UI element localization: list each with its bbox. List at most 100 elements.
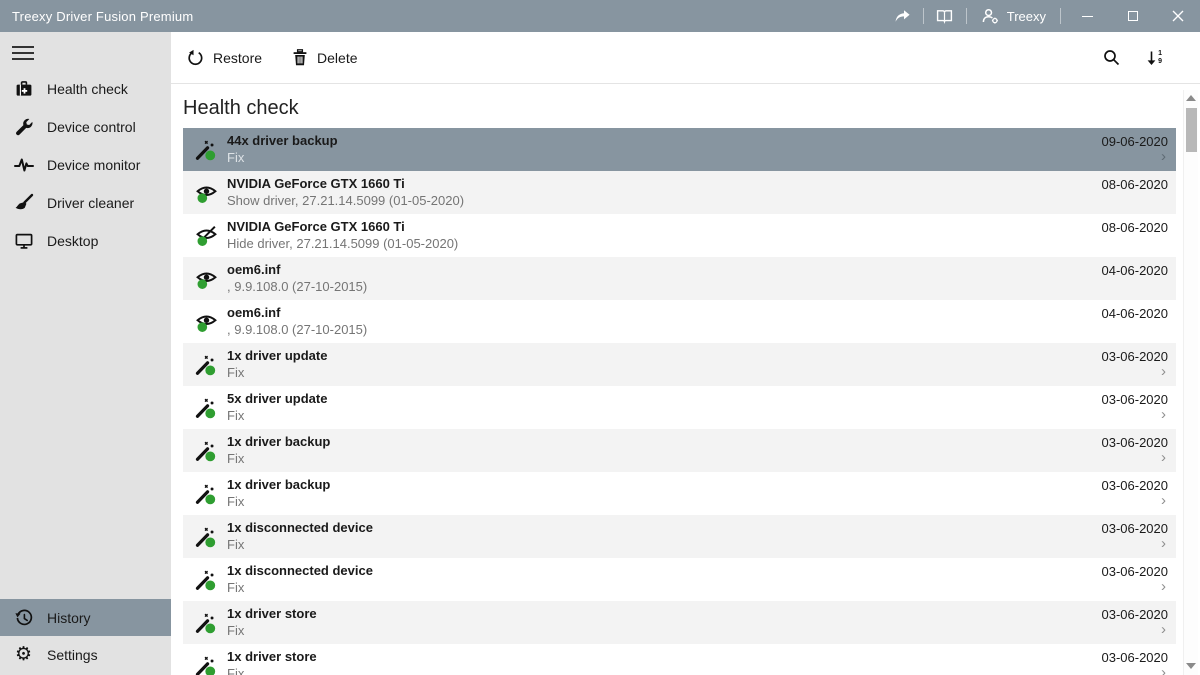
sidebar-item-driver-cleaner[interactable]: Driver cleaner — [0, 184, 171, 222]
sidebar-item-label: Settings — [47, 647, 98, 663]
list-item[interactable]: NVIDIA GeForce GTX 1660 Ti Hide driver, … — [183, 214, 1176, 257]
settings-icon: ⚙ — [13, 644, 34, 665]
list-item[interactable]: oem6.inf , 9.9.108.0 (27-10-2015) 04-06-… — [183, 257, 1176, 300]
chevron-right-icon: › — [1161, 666, 1168, 675]
chevron-right-icon: › — [1161, 580, 1168, 595]
maximize-icon — [1128, 11, 1138, 21]
sidebar-item-label: Desktop — [47, 233, 98, 249]
delete-button[interactable]: Delete — [292, 49, 357, 66]
fix-icon — [195, 396, 218, 419]
list-item-title: 1x driver update — [227, 348, 1102, 364]
search-icon — [1103, 49, 1120, 66]
chevron-right-icon: › — [1161, 150, 1168, 165]
list-item-subtitle: Hide driver, 27.21.14.5099 (01-05-2020) — [227, 236, 1102, 252]
sidebar-item-health-check[interactable]: Health check — [0, 70, 171, 108]
sidebar-item-device-monitor[interactable]: Device monitor — [0, 146, 171, 184]
show-icon — [195, 310, 218, 333]
scroll-up-icon[interactable] — [1186, 95, 1196, 101]
list-item-date: 03-06-2020 — [1102, 349, 1169, 366]
device-monitor-icon — [13, 155, 34, 176]
manual-button[interactable] — [928, 0, 962, 32]
show-icon — [195, 181, 218, 204]
sidebar-item-label: Device monitor — [47, 157, 140, 173]
chevron-right-icon: › — [1161, 623, 1168, 638]
list-item-title: 1x disconnected device — [227, 563, 1102, 579]
restore-icon — [187, 49, 204, 66]
list-item-subtitle: Show driver, 27.21.14.5099 (01-05-2020) — [227, 193, 1102, 209]
list-item[interactable]: 1x disconnected device Fix 03-06-2020 › — [183, 515, 1176, 558]
list-item-date: 03-06-2020 — [1102, 607, 1169, 624]
list-item-title: 1x driver store — [227, 649, 1102, 665]
sidebar-item-history[interactable]: History — [0, 599, 171, 636]
delete-icon — [292, 49, 308, 66]
list-item-date: 09-06-2020 — [1102, 134, 1169, 151]
list-item-subtitle: , 9.9.108.0 (27-10-2015) — [227, 279, 1102, 295]
list-item[interactable]: 1x driver update Fix 03-06-2020 › — [183, 343, 1176, 386]
account-label: Treexy — [1007, 9, 1046, 24]
list-item-title: NVIDIA GeForce GTX 1660 Ti — [227, 219, 1102, 235]
list-item-date: 08-06-2020 — [1102, 177, 1169, 194]
list-item-title: NVIDIA GeForce GTX 1660 Ti — [227, 176, 1102, 192]
list-item-title: oem6.inf — [227, 305, 1102, 321]
hide-icon — [195, 224, 218, 247]
list-item[interactable]: 1x driver backup Fix 03-06-2020 › — [183, 472, 1176, 515]
list-item-title: 1x driver store — [227, 606, 1102, 622]
list-item[interactable]: 5x driver update Fix 03-06-2020 › — [183, 386, 1176, 429]
sidebar-item-settings[interactable]: ⚙ Settings — [0, 636, 171, 673]
window-title: Treexy Driver Fusion Premium — [0, 9, 885, 24]
titlebar-separator — [1060, 8, 1061, 24]
list-item-date: 04-06-2020 — [1102, 263, 1169, 280]
main-content: Restore Delete — [171, 32, 1200, 675]
list-item-subtitle: Fix — [227, 666, 1102, 675]
minimize-icon — [1082, 16, 1093, 17]
chevron-right-icon: › — [1161, 408, 1168, 423]
sidebar-item-label: Health check — [47, 81, 128, 97]
device-control-icon — [13, 117, 34, 138]
driver-cleaner-icon — [13, 193, 34, 214]
search-button[interactable] — [1103, 49, 1120, 66]
sidebar-item-label: History — [47, 610, 91, 626]
scrollbar[interactable] — [1183, 90, 1198, 675]
list-item-title: 5x driver update — [227, 391, 1102, 407]
titlebar: Treexy Driver Fusion Premium — [0, 0, 1200, 32]
sort-button[interactable]: 1 9 — [1146, 50, 1162, 66]
sidebar-spacer — [0, 260, 171, 599]
list-item[interactable]: oem6.inf , 9.9.108.0 (27-10-2015) 04-06-… — [183, 300, 1176, 343]
scroll-down-icon[interactable] — [1186, 663, 1196, 669]
share-button[interactable] — [885, 0, 919, 32]
titlebar-separator — [966, 8, 967, 24]
list-item-date: 03-06-2020 — [1102, 564, 1169, 581]
titlebar-separator — [923, 8, 924, 24]
list-item[interactable]: NVIDIA GeForce GTX 1660 Ti Show driver, … — [183, 171, 1176, 214]
sidebar-item-device-control[interactable]: Device control — [0, 108, 171, 146]
account-icon — [981, 7, 1000, 25]
list-item-date: 04-06-2020 — [1102, 306, 1169, 323]
fix-icon — [195, 482, 218, 505]
list-item-date: 08-06-2020 — [1102, 220, 1169, 237]
list-item[interactable]: 1x disconnected device Fix 03-06-2020 › — [183, 558, 1176, 601]
account-button[interactable]: Treexy — [971, 0, 1056, 32]
list-item-date: 03-06-2020 — [1102, 392, 1169, 409]
list-item-subtitle: Fix — [227, 623, 1102, 639]
list-item[interactable]: 1x driver store Fix 03-06-2020 › — [183, 601, 1176, 644]
show-icon — [195, 267, 218, 290]
sidebar-item-label: Driver cleaner — [47, 195, 134, 211]
menu-toggle-button[interactable] — [12, 46, 34, 60]
scrollbar-thumb[interactable] — [1186, 108, 1197, 152]
list-item[interactable]: 1x driver store Fix 03-06-2020 › — [183, 644, 1176, 675]
close-button[interactable] — [1155, 0, 1200, 32]
delete-label: Delete — [317, 50, 357, 66]
share-icon — [893, 7, 911, 25]
restore-button[interactable]: Restore — [187, 49, 262, 66]
list-item-subtitle: Fix — [227, 451, 1102, 467]
sidebar-item-desktop[interactable]: Desktop — [0, 222, 171, 260]
list-item-subtitle: Fix — [227, 580, 1102, 596]
fix-icon — [195, 654, 218, 675]
fix-icon — [195, 439, 218, 462]
fix-icon — [195, 353, 218, 376]
list-item[interactable]: 44x driver backup Fix 09-06-2020 › — [183, 128, 1176, 171]
minimize-button[interactable] — [1065, 0, 1110, 32]
toolbar: Restore Delete — [171, 32, 1200, 84]
maximize-button[interactable] — [1110, 0, 1155, 32]
list-item[interactable]: 1x driver backup Fix 03-06-2020 › — [183, 429, 1176, 472]
